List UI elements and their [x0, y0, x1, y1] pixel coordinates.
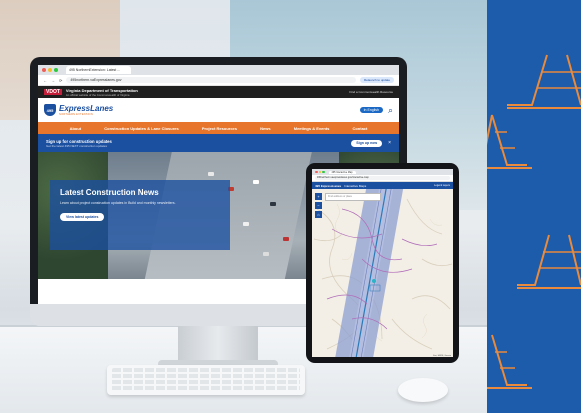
find-resource-link[interactable]: Find a Commonwealth Resource	[349, 90, 393, 94]
map-canvas	[313, 189, 453, 357]
monitor-stand	[178, 326, 258, 364]
keyboard-keys	[112, 368, 300, 392]
tablet-address-input[interactable]: 495northern.vaexpresslanes.gov/interacti…	[315, 176, 450, 180]
hero-subtitle: Learn about project construction updates…	[60, 201, 176, 205]
brand-side-panel	[487, 0, 581, 413]
nav-item-news[interactable]: News	[260, 126, 270, 131]
browser-tab[interactable]: 495 NorthernExtension: Latest ...	[66, 66, 131, 74]
car	[270, 202, 276, 206]
map-toolbar: + − ⌂	[315, 193, 322, 218]
car	[208, 172, 214, 176]
site-logo[interactable]: ExpressLanes	[59, 104, 113, 113]
car	[283, 237, 289, 241]
signup-button[interactable]: Sign up now	[351, 139, 383, 147]
hero-title: Latest Construction News	[60, 188, 159, 197]
main-nav: About Construction Updates & Lane Closur…	[38, 122, 399, 134]
nav-item-contact[interactable]: Contact	[352, 126, 367, 131]
map-logo: 495 ExpressLanes	[315, 183, 342, 188]
mouse	[398, 378, 448, 402]
map-header: 495 ExpressLanes Interactive Maps Legend…	[312, 182, 453, 189]
vdot-subtitle: An official website of the Commonwealth …	[65, 92, 130, 97]
traffic-cone-icon	[487, 230, 581, 300]
map-title: Interactive Maps	[344, 183, 367, 188]
map-attribution: Esri, HERE, Garmin	[433, 355, 451, 357]
signup-banner: Sign up for construction updates Get the…	[38, 134, 399, 152]
zoom-out-icon[interactable]: −	[315, 202, 322, 209]
site-logo-tagline: NORTHERN EXTENSION	[59, 113, 93, 116]
hero-card: Latest Construction News Learn about pro…	[50, 180, 230, 250]
zoom-in-icon[interactable]: +	[315, 193, 322, 200]
maximize-window-icon[interactable]	[322, 170, 325, 174]
car	[253, 180, 259, 184]
tablet-screen: 495 Interactive Map 495northern.vaexpres…	[312, 169, 453, 357]
traffic-cone-icon	[487, 330, 581, 400]
car	[243, 222, 249, 226]
address-input[interactable]: 495northern.vaExpresslanes.gov	[66, 77, 356, 83]
forward-arrow-icon[interactable]: →	[51, 78, 55, 83]
signup-subtitle: Get the latest 495 NEXT construction upd…	[46, 143, 107, 148]
language-button[interactable]: In English	[359, 107, 383, 113]
vdot-logo: VDOT	[44, 89, 62, 95]
search-icon[interactable]: ⌕	[388, 105, 393, 116]
home-icon[interactable]: ⌂	[315, 211, 322, 218]
photo-scene: 495 NorthernExtension: Latest ... ← → ⟳ …	[0, 0, 487, 413]
close-icon[interactable]: ×	[388, 140, 391, 146]
maximize-window-icon[interactable]	[54, 68, 58, 72]
nav-item-project-resources[interactable]: Project Resources	[202, 126, 237, 131]
browser-url-bar: ← → ⟳ 495northern.vaExpresslanes.gov Rel…	[38, 75, 399, 86]
interstate-shield-icon: 495	[44, 104, 56, 116]
back-arrow-icon[interactable]: ←	[43, 78, 47, 83]
minimize-window-icon[interactable]	[48, 68, 52, 72]
relaunch-button[interactable]: Relaunch to update	[359, 77, 394, 83]
traffic-cone-icon	[487, 110, 581, 180]
close-window-icon[interactable]	[42, 68, 46, 72]
tablet-browser-tab[interactable]: 495 Interactive Map	[328, 170, 356, 174]
map-search-input[interactable]: Find address or place	[325, 193, 381, 201]
vdot-banner: VDOT Virginia Department of Transportati…	[38, 86, 399, 98]
interactive-map[interactable]: + − ⌂ Find address or place Esri, HERE, …	[312, 189, 453, 357]
view-updates-button[interactable]: View latest updates	[60, 213, 105, 221]
map-nav[interactable]: Legend Layers	[434, 184, 450, 187]
nav-item-meetings-events[interactable]: Meetings & Events	[294, 126, 330, 131]
close-window-icon[interactable]	[315, 170, 318, 174]
reload-icon[interactable]: ⟳	[59, 78, 62, 83]
nav-item-construction-updates[interactable]: Construction Updates & Lane Closures	[104, 126, 178, 131]
car	[263, 252, 269, 256]
minimize-window-icon[interactable]	[318, 170, 321, 174]
map-marker[interactable]	[372, 279, 376, 283]
nav-item-about[interactable]: About	[70, 126, 82, 131]
tablet-url-bar: 495northern.vaexpresslanes.gov/interacti…	[312, 175, 453, 182]
site-header: 495 ExpressLanes NORTHERN EXTENSION In E…	[38, 98, 399, 122]
browser-tab-bar: 495 NorthernExtension: Latest ...	[38, 65, 399, 75]
